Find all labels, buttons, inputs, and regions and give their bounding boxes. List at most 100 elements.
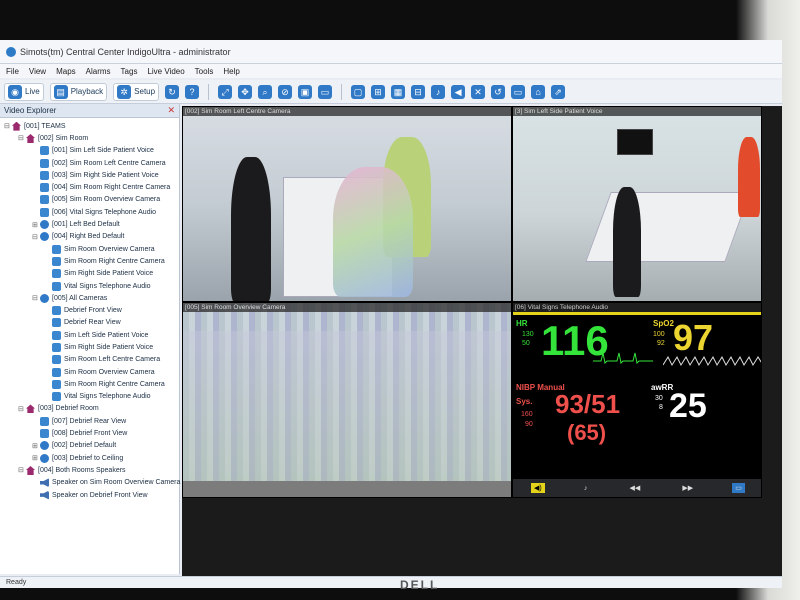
menu-view[interactable]: View xyxy=(29,67,46,76)
tree-node-label: [003] Debrief to Ceiling xyxy=(52,454,124,462)
camera-icon xyxy=(40,416,49,426)
camera-icon xyxy=(40,158,49,168)
menu-help[interactable]: Help xyxy=(223,67,239,76)
tree-node-camera[interactable]: Vital Signs Telephone Audio xyxy=(0,391,179,403)
staff-figure-image xyxy=(231,157,271,301)
zoom-icon[interactable]: ⌕ xyxy=(258,84,273,99)
tree-node-label: [005] All Cameras xyxy=(52,294,108,302)
app-logo-icon xyxy=(6,46,16,57)
tree-node-camera[interactable]: Debrief Front View xyxy=(0,304,179,316)
expand-icon[interactable]: ⊞ xyxy=(32,221,39,229)
spo2-low-limit: 92 xyxy=(657,340,665,347)
tree-node-camera[interactable]: Sim Right Side Patient Voice xyxy=(0,268,179,280)
tree-node-speaker[interactable]: Speaker on Debrief Front View xyxy=(0,489,179,501)
no-video-icon[interactable]: ⊘ xyxy=(278,84,293,99)
menu-file[interactable]: File xyxy=(6,67,19,76)
tree-node-camera[interactable]: [008] Debrief Front View xyxy=(0,427,179,439)
tree-node-debrief-room[interactable]: ⊟ [003] Debrief Room xyxy=(0,403,179,415)
alarm-pause-icon[interactable]: ◀︎) xyxy=(531,483,545,493)
video-explorer-title: Video Explorer xyxy=(4,106,57,115)
collapse-icon[interactable]: ⊟ xyxy=(18,134,25,142)
tree-node-camera[interactable]: Vital Signs Telephone Audio xyxy=(0,280,179,292)
menu-alarms[interactable]: Alarms xyxy=(86,67,111,76)
video-tile-left-side[interactable]: [3] Sim Left Side Patient Voice xyxy=(512,106,762,302)
menu-tools[interactable]: Tools xyxy=(195,67,214,76)
tree-node-camera[interactable]: Sim Room Right Centre Camera xyxy=(0,378,179,390)
tree-node-camera[interactable]: Sim Room Right Centre Camera xyxy=(0,255,179,267)
collapse-icon[interactable]: ⊟ xyxy=(18,405,25,413)
expand-icon[interactable]: ⊞ xyxy=(32,454,39,462)
menu-tags[interactable]: Tags xyxy=(121,67,138,76)
expand-icon[interactable]: ⊞ xyxy=(32,442,39,450)
tree-node-camera[interactable]: Sim Left Side Patient Voice xyxy=(0,329,179,341)
screen-toggle-icon[interactable]: ▭ xyxy=(732,483,745,493)
camera-icon xyxy=(52,306,61,316)
tree-node-layout[interactable]: ⊞ [003] Debrief to Ceiling xyxy=(0,452,179,464)
monitor-icon[interactable]: ▭ xyxy=(318,84,333,99)
awrr-low-limit: 8 xyxy=(659,404,663,411)
tree-node-camera[interactable]: Sim Right Side Patient Voice xyxy=(0,341,179,353)
tree-node-speakers[interactable]: ⊟ [004] Both Rooms Speakers xyxy=(0,464,179,476)
tree-node-camera[interactable]: [004] Sim Room Right Centre Camera xyxy=(0,181,179,193)
refresh-icon[interactable]: ↻ xyxy=(165,84,180,99)
setup-button[interactable]: ✲ Setup xyxy=(113,82,160,101)
tree-node-label: [002] Sim Room xyxy=(38,134,89,142)
forward-icon[interactable]: ▶▶ xyxy=(679,483,696,493)
tree-node-sim-room[interactable]: ⊟ [002] Sim Room xyxy=(0,132,179,144)
tree-node-speaker[interactable]: Speaker on Sim Room Overview Camera xyxy=(0,477,180,489)
camera-icon xyxy=(52,281,61,291)
menu-live-video[interactable]: Live Video xyxy=(147,67,184,76)
live-button[interactable]: ◉ Live xyxy=(4,82,44,101)
tree-node-camera[interactable]: Debrief Rear View xyxy=(0,317,179,329)
back-icon[interactable]: ◀◀ xyxy=(626,483,643,493)
film-icon: ▤ xyxy=(53,84,68,99)
speaker-icon[interactable]: ◀ xyxy=(451,84,466,99)
home-icon[interactable]: ⌂ xyxy=(531,84,546,99)
video-tile-overview[interactable]: [005] Sim Room Overview Camera xyxy=(182,302,512,498)
close-icon[interactable]: ✕ xyxy=(167,105,175,116)
bell-icon[interactable]: ♪ xyxy=(431,84,446,99)
tree-node-label: [005] Sim Room Overview Camera xyxy=(52,196,161,204)
collapse-icon[interactable]: ⊟ xyxy=(4,122,11,130)
tree-node-camera[interactable]: [007] Debrief Rear View xyxy=(0,415,179,427)
tree-node-label: [001] TEAMS xyxy=(24,122,66,130)
tree-node-camera[interactable]: [005] Sim Room Overview Camera xyxy=(0,194,179,206)
tree-node-layout[interactable]: ⊟ [005] All Cameras xyxy=(0,292,179,304)
tree-node-camera[interactable]: [006] Vital Signs Telephone Audio xyxy=(0,206,179,218)
tree-node-camera[interactable]: [001] Sim Left Side Patient Voice xyxy=(0,145,179,157)
video-tile-vitals[interactable]: [06] Vital Signs Telephone Audio HR 130 … xyxy=(512,302,762,498)
tile-title: [005] Sim Room Overview Camera xyxy=(183,303,511,312)
collapse-icon[interactable]: ⊟ xyxy=(32,233,39,241)
layout-quad-icon[interactable]: ⊟ xyxy=(411,84,426,99)
curtain-image xyxy=(183,331,511,481)
layout-fit-icon[interactable]: ⊞ xyxy=(371,84,386,99)
screen-icon[interactable]: ▭ xyxy=(511,84,526,99)
tree-node-camera[interactable]: [003] Sim Right Side Patient Voice xyxy=(0,169,179,181)
tree-node-layout[interactable]: ⊞ [002] Debrief Default xyxy=(0,440,179,452)
playback-button[interactable]: ▤ Playback xyxy=(49,82,108,101)
menu-maps[interactable]: Maps xyxy=(56,67,76,76)
fullscreen-icon[interactable]: ⤢ xyxy=(218,84,233,99)
tree-node-layout[interactable]: ⊟ [004] Right Bed Default xyxy=(0,231,179,243)
help-icon[interactable]: ? xyxy=(185,84,200,99)
export-icon[interactable]: ⇗ xyxy=(551,84,566,99)
tile-title: [06] Vital Signs Telephone Audio xyxy=(513,303,761,312)
snapshot-icon[interactable]: ▣ xyxy=(298,84,313,99)
replay-icon[interactable]: ↺ xyxy=(491,84,506,99)
collapse-icon[interactable]: ⊟ xyxy=(18,466,25,474)
tree-node-layout[interactable]: ⊞ [001] Left Bed Default xyxy=(0,218,179,230)
layout-grid-icon[interactable]: ▦ xyxy=(391,84,406,99)
layout-single-icon[interactable]: ▢ xyxy=(351,84,366,99)
collapse-icon[interactable]: ⊟ xyxy=(32,294,39,302)
mute-icon[interactable]: ✕ xyxy=(471,84,486,99)
video-wall: [002] Sim Room Left Centre Camera [3] Si… xyxy=(182,106,782,576)
tree-node-camera[interactable]: Sim Room Overview Camera xyxy=(0,366,179,378)
tree-node-camera[interactable]: [002] Sim Room Left Centre Camera xyxy=(0,157,179,169)
tree-node-camera[interactable]: Sim Room Overview Camera xyxy=(0,243,179,255)
volume-icon[interactable]: ♪ xyxy=(581,484,591,493)
ptz-icon[interactable]: ✥ xyxy=(238,84,253,99)
staff-figure-image xyxy=(738,137,760,217)
video-tile-left-centre[interactable]: [002] Sim Room Left Centre Camera xyxy=(182,106,512,302)
tree-node-teams[interactable]: ⊟ [001] TEAMS xyxy=(0,120,179,132)
tree-node-camera[interactable]: Sim Room Left Centre Camera xyxy=(0,354,179,366)
